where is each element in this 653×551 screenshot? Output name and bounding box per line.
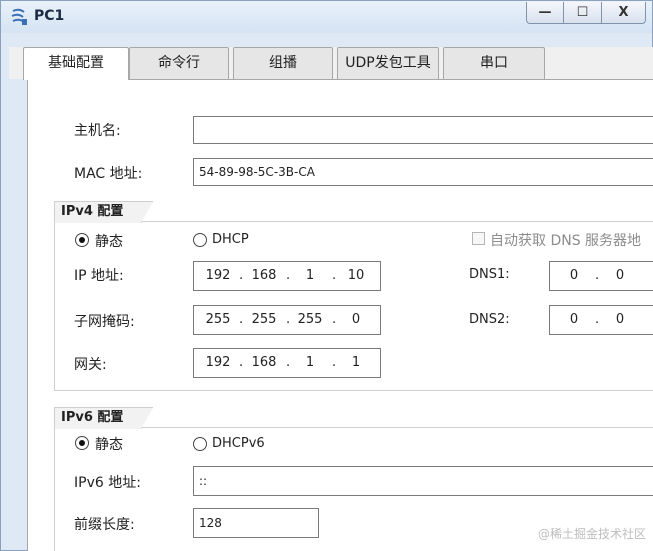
dns1-octet-1: 0 — [569, 268, 579, 283]
gateway-label: 网关: — [74, 357, 107, 373]
window-title: PC1 — [34, 8, 65, 24]
ipv6-address-input[interactable]: :: — [193, 466, 653, 496]
ipv4-dhcp-label: DHCP — [212, 232, 249, 247]
maximize-button[interactable]: ☐ — [564, 2, 602, 24]
ip-address-input[interactable]: 192 . 168 . 1 . 10 — [193, 261, 381, 291]
ip-octet-1: 192 — [205, 268, 231, 283]
pc-app-icon — [11, 8, 27, 25]
dns2-label: DNS2: — [469, 312, 510, 327]
ipv6-dhcp-radio[interactable] — [193, 437, 207, 451]
mac-label: MAC 地址: — [74, 166, 143, 182]
hostname-label: 主机名: — [74, 123, 121, 139]
subnet-mask-input[interactable]: 255 . 255 . 255 . 0 — [193, 305, 381, 335]
ipv6-static-radio[interactable] — [75, 436, 89, 450]
pc1-window: PC1 — ☐ X 基础配置 命令行 组播 UDP发包工具 串口 主机名: MA… — [0, 0, 653, 551]
mask-octet-4: 0 — [351, 312, 361, 327]
ipv6-dhcp-label: DHCPv6 — [212, 436, 265, 451]
gateway-octet-4: 1 — [351, 355, 361, 370]
ip-octet-4: 10 — [347, 268, 365, 283]
hostname-input[interactable] — [193, 116, 653, 144]
close-icon: X — [618, 5, 629, 20]
minimize-button[interactable]: — — [526, 2, 564, 24]
tab-multicast[interactable]: 组播 — [233, 47, 333, 79]
dns2-octet-1: 0 — [569, 312, 579, 327]
ipv6-static-label: 静态 — [95, 437, 123, 453]
dns2-input[interactable]: 0 . 0 — [549, 305, 653, 335]
ipv4-dhcp-radio[interactable] — [193, 233, 207, 247]
tab-basic-config[interactable]: 基础配置 — [23, 47, 129, 80]
ipv6-group-title: IPv6 配置 — [54, 407, 153, 429]
basic-config-pane: 主机名: MAC 地址: 54-89-98-5C-3B-CA IPv4 配置 静… — [27, 79, 653, 551]
prefix-length-label: 前缀长度: — [74, 517, 135, 533]
ipv4-static-label: 静态 — [95, 234, 123, 250]
tab-udp-tool[interactable]: UDP发包工具 — [337, 47, 439, 79]
ipv4-static-radio[interactable] — [75, 233, 89, 247]
ip-octet-2: 168 — [251, 268, 277, 283]
ip-octet-3: 1 — [305, 268, 315, 283]
auto-dns-checkbox[interactable] — [472, 232, 485, 245]
subnet-mask-label: 子网掩码: — [74, 314, 135, 330]
minimize-icon: — — [538, 5, 552, 20]
mask-octet-2: 255 — [251, 312, 277, 327]
watermark: @稀土掘金技术社区 — [537, 527, 646, 541]
dns2-octet-2: 0 — [615, 312, 625, 327]
mac-address-field[interactable]: 54-89-98-5C-3B-CA — [193, 158, 653, 186]
tab-serial-port[interactable]: 串口 — [443, 47, 545, 79]
dns1-label: DNS1: — [469, 267, 510, 282]
gateway-octet-2: 168 — [251, 355, 277, 370]
tab-command-line[interactable]: 命令行 — [129, 47, 229, 79]
gateway-input[interactable]: 192 . 168 . 1 . 1 — [193, 348, 381, 378]
mask-octet-1: 255 — [205, 312, 231, 327]
dns1-octet-2: 0 — [615, 268, 625, 283]
gateway-octet-1: 192 — [205, 355, 231, 370]
ip-address-label: IP 地址: — [74, 268, 124, 284]
mask-octet-3: 255 — [297, 312, 323, 327]
ipv4-group-title: IPv4 配置 — [54, 201, 153, 223]
prefix-length-input[interactable]: 128 — [193, 508, 319, 538]
tab-bar: 基础配置 命令行 组播 UDP发包工具 串口 — [9, 47, 653, 80]
dns1-input[interactable]: 0 . 0 — [549, 261, 653, 291]
close-button[interactable]: X — [602, 2, 646, 24]
maximize-icon: ☐ — [576, 5, 589, 20]
title-bar[interactable]: PC1 — ☐ X — [1, 1, 652, 33]
auto-dns-label: 自动获取 DNS 服务器地 — [490, 233, 642, 249]
ipv6-address-label: IPv6 地址: — [74, 475, 141, 491]
gateway-octet-3: 1 — [305, 355, 315, 370]
